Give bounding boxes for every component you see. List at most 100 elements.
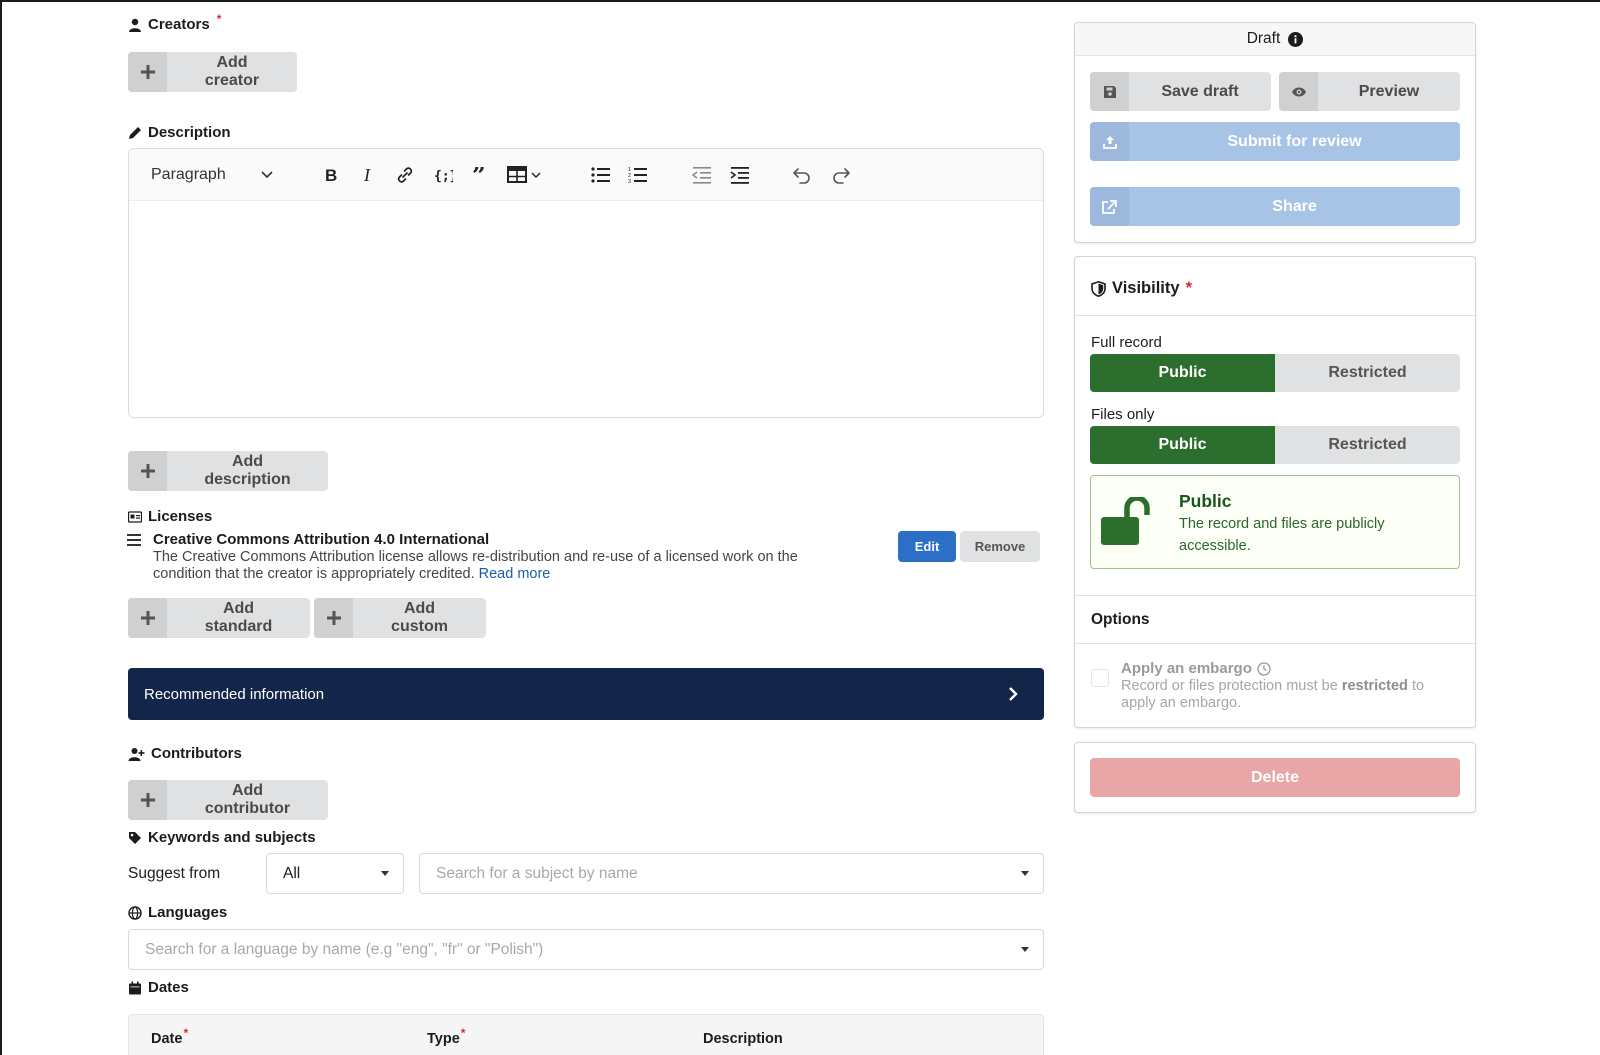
svg-text:I: I bbox=[363, 167, 371, 183]
dropdown-caret-icon bbox=[381, 871, 389, 876]
recommended-information-accordion[interactable]: Recommended information bbox=[128, 668, 1044, 720]
dropdown-caret-icon bbox=[1021, 871, 1029, 876]
share-icon bbox=[1090, 187, 1129, 226]
unlock-icon bbox=[1101, 497, 1150, 545]
dropdown-caret-icon bbox=[1021, 947, 1029, 952]
read-more-link[interactable]: Read more bbox=[479, 566, 551, 582]
save-draft-button[interactable]: Save draft bbox=[1090, 72, 1271, 111]
files-only-public-option[interactable]: Public bbox=[1090, 426, 1275, 464]
required-mark: * bbox=[460, 1026, 466, 1040]
save-icon bbox=[1090, 72, 1129, 111]
user-icon bbox=[129, 18, 141, 32]
dates-table-header: Date* Type* Description bbox=[128, 1014, 1044, 1055]
visibility-notice: Public The record and files are publicly… bbox=[1090, 475, 1460, 569]
window-left-border bbox=[0, 0, 2, 1055]
bold-icon[interactable]: B bbox=[319, 163, 343, 187]
italic-icon[interactable]: I bbox=[356, 163, 380, 187]
submit-for-review-button[interactable]: Submit for review bbox=[1090, 122, 1460, 161]
paragraph-format-select[interactable]: Paragraph bbox=[143, 161, 281, 189]
numbered-list-icon[interactable]: 123 bbox=[626, 163, 650, 187]
chevron-down-icon bbox=[261, 171, 273, 179]
tag-icon bbox=[129, 831, 141, 844]
files-only-restricted-option[interactable]: Restricted bbox=[1275, 426, 1460, 464]
keywords-label: Keywords and subjects bbox=[128, 829, 316, 846]
bulleted-list-icon[interactable] bbox=[589, 163, 613, 187]
user-add-icon bbox=[128, 747, 145, 761]
dates-column-description: Description bbox=[703, 1031, 783, 1047]
svg-text:B: B bbox=[325, 167, 337, 183]
licenses-label: Licenses bbox=[128, 508, 212, 525]
divider bbox=[1075, 315, 1475, 316]
remove-license-button[interactable]: Remove bbox=[960, 531, 1040, 562]
dates-column-date: Date* bbox=[151, 1026, 189, 1047]
visibility-card: Visibility * Full record Public Restricte… bbox=[1074, 256, 1476, 728]
link-icon[interactable] bbox=[393, 163, 417, 187]
code-block-icon[interactable]: {;} bbox=[431, 163, 455, 187]
eye-icon bbox=[1279, 72, 1318, 111]
visibility-title: Visibility * bbox=[1091, 279, 1192, 298]
share-button[interactable]: Share bbox=[1090, 187, 1460, 226]
edit-license-button[interactable]: Edit bbox=[898, 531, 956, 562]
svg-text:”: ” bbox=[472, 167, 486, 183]
svg-text:{;}: {;} bbox=[434, 169, 453, 184]
notice-title: Public bbox=[1179, 491, 1232, 511]
editor-content-area[interactable] bbox=[129, 201, 1043, 417]
calendar-icon bbox=[129, 981, 141, 994]
description-editor[interactable]: Paragraph B I {;} ” 123 bbox=[128, 148, 1044, 418]
full-record-public-option[interactable]: Public bbox=[1090, 354, 1275, 392]
upload-icon bbox=[1090, 122, 1129, 161]
table-icon[interactable] bbox=[507, 163, 547, 187]
plus-icon bbox=[128, 451, 167, 491]
embargo-help-text: Record or files protection must be restr… bbox=[1121, 678, 1425, 711]
undo-icon[interactable] bbox=[790, 163, 814, 187]
id-card-icon bbox=[128, 510, 142, 523]
language-search-input[interactable]: Search for a language by name (e.g "eng"… bbox=[128, 929, 1044, 970]
redo-icon[interactable] bbox=[829, 163, 853, 187]
divider bbox=[1075, 595, 1475, 596]
full-record-toggle: Public Restricted bbox=[1090, 354, 1460, 392]
draft-status-header: Draft bbox=[1075, 23, 1475, 56]
add-description-button[interactable]: Add description bbox=[128, 451, 328, 491]
shield-icon bbox=[1091, 280, 1106, 297]
preview-button[interactable]: Preview bbox=[1279, 72, 1460, 111]
contributors-label: Contributors bbox=[128, 745, 242, 762]
add-contributor-button[interactable]: Add contributor bbox=[128, 780, 328, 820]
embargo-checkbox[interactable] bbox=[1091, 669, 1109, 687]
delete-button[interactable]: Delete bbox=[1090, 758, 1460, 797]
divider bbox=[1075, 643, 1475, 644]
creators-label: Creators * bbox=[128, 12, 221, 33]
required-mark: * bbox=[216, 11, 222, 26]
drag-handle-icon[interactable] bbox=[127, 533, 141, 551]
chevron-right-icon bbox=[1009, 687, 1018, 701]
outdent-icon[interactable] bbox=[690, 163, 714, 187]
globe-icon bbox=[128, 905, 142, 920]
quote-icon[interactable]: ” bbox=[469, 163, 493, 187]
embargo-label: Apply an embargo bbox=[1121, 660, 1271, 677]
plus-icon bbox=[128, 52, 167, 92]
required-mark: * bbox=[1185, 279, 1192, 297]
add-standard-license-button[interactable]: Add standard bbox=[128, 598, 310, 638]
window-top-border bbox=[0, 0, 1600, 2]
add-creator-button[interactable]: Add creator bbox=[128, 52, 297, 92]
indent-icon[interactable] bbox=[728, 163, 752, 187]
delete-card: Delete bbox=[1074, 742, 1476, 813]
full-record-restricted-option[interactable]: Restricted bbox=[1275, 354, 1460, 392]
plus-icon bbox=[314, 598, 353, 638]
required-mark: * bbox=[183, 1026, 189, 1040]
add-custom-license-button[interactable]: Add custom bbox=[314, 598, 486, 638]
info-circle-icon[interactable] bbox=[1288, 31, 1304, 47]
editor-toolbar: Paragraph B I {;} ” 123 bbox=[129, 149, 1043, 201]
clock-icon bbox=[1257, 661, 1271, 676]
dates-label: Dates bbox=[128, 979, 189, 996]
options-title: Options bbox=[1091, 611, 1150, 628]
plus-icon bbox=[128, 780, 167, 820]
suggest-from-dropdown[interactable]: All bbox=[266, 853, 404, 894]
subject-search-input[interactable]: Search for a subject by name bbox=[419, 853, 1044, 894]
license-description: The Creative Commons Attribution license… bbox=[153, 549, 798, 582]
notice-text: The record and files are publicly access… bbox=[1179, 516, 1385, 554]
description-label: Description bbox=[128, 124, 231, 141]
dates-column-type: Type* bbox=[427, 1026, 466, 1047]
languages-label: Languages bbox=[128, 904, 227, 921]
plus-icon bbox=[128, 598, 167, 638]
svg-text:3: 3 bbox=[628, 179, 631, 184]
